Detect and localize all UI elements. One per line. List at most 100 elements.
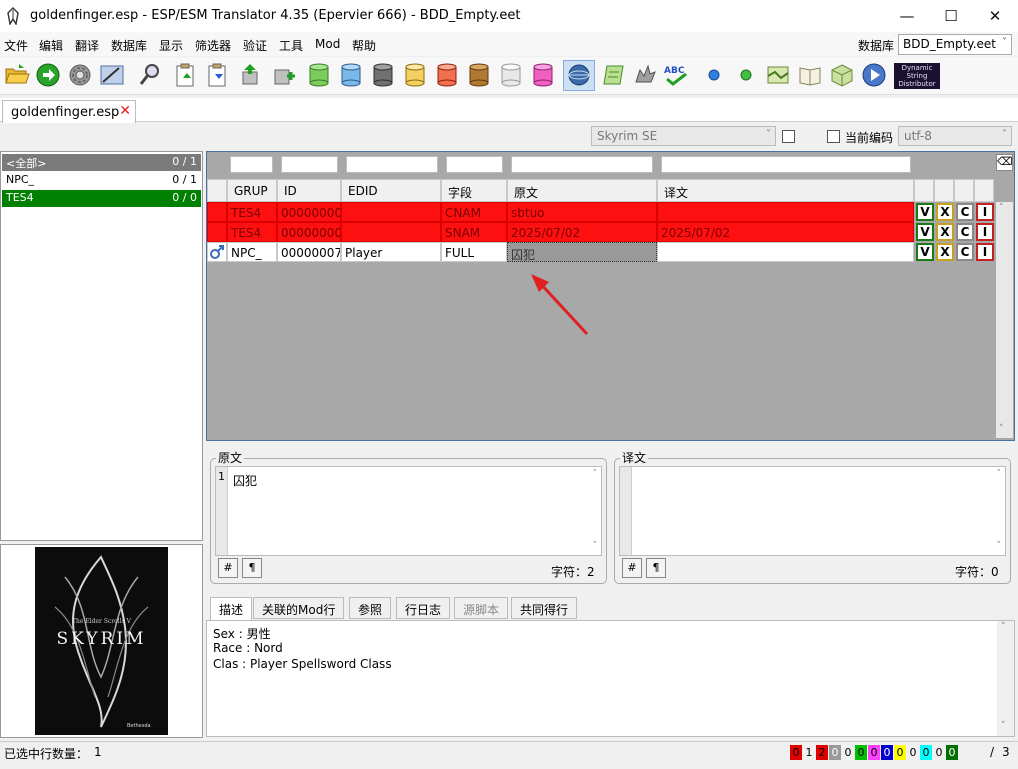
play-icon[interactable] (861, 62, 887, 88)
database-select[interactable]: BDD_Empty.eet ˅ (898, 34, 1012, 55)
scroll-up-icon[interactable]: ˄ (997, 469, 1002, 479)
cancel-button[interactable]: X (936, 223, 954, 241)
menu-help[interactable]: 帮助 (352, 37, 376, 54)
magnifier-tool-icon[interactable] (137, 62, 163, 88)
cancel-button[interactable]: X (936, 203, 954, 221)
menu-view[interactable]: 显示 (159, 37, 183, 54)
scroll-down-icon[interactable]: ˅ (997, 541, 1002, 551)
validate-button[interactable]: V (916, 223, 934, 241)
tab-related-mod-lines[interactable]: 关联的Mod行 (253, 597, 345, 619)
ignore-button[interactable]: I (976, 243, 994, 261)
cancel-button[interactable]: X (936, 243, 954, 261)
dynamic-string-distributor-logo[interactable]: Dynamic String Distributor (894, 63, 940, 89)
database-blue-icon[interactable] (338, 62, 364, 88)
table-row[interactable]: TES4 00000000 CNAM sbtuo V X C I (207, 202, 995, 222)
gear-icon[interactable] (67, 62, 93, 88)
scroll-down-icon[interactable]: ˅ (593, 541, 598, 551)
validate-button[interactable]: V (916, 203, 934, 221)
pilcrow-button[interactable]: ¶ (646, 558, 666, 578)
filter-field-input[interactable] (446, 156, 503, 173)
tab-line-log[interactable]: 行日志 (396, 597, 451, 619)
column-header-field[interactable]: 字段 (441, 179, 507, 202)
scroll-up-icon[interactable]: ˄ (999, 203, 1004, 213)
description-scrollbar[interactable]: ˄ ˅ (997, 621, 1014, 736)
source-text-area[interactable]: 1 囚犯 ˄ ˅ (215, 466, 602, 556)
close-button[interactable]: ✕ (972, 0, 1018, 32)
globe-icon[interactable] (566, 62, 592, 88)
copy-button[interactable]: C (956, 203, 974, 221)
category-item-all[interactable]: <全部> 0 / 1 (2, 154, 201, 171)
menu-database[interactable]: 数据库 (111, 37, 147, 54)
eraser-icon[interactable]: ⌫ (996, 154, 1013, 171)
scroll-up-icon[interactable]: ˄ (593, 469, 598, 479)
filter-id-input[interactable] (281, 156, 338, 173)
category-item-tes4[interactable]: TES4 0 / 0 (2, 190, 201, 207)
dragon-icon[interactable] (632, 62, 658, 88)
target-text-area[interactable]: ˄ ˅ (619, 466, 1006, 556)
cube-icon[interactable] (829, 62, 855, 88)
column-header-grup[interactable]: GRUP (227, 179, 277, 202)
table-row[interactable]: TES4 00000000 SNAM 2025/07/02 2025/07/02… (207, 222, 995, 242)
maximize-button[interactable]: ☐ (928, 0, 974, 32)
column-header-target[interactable]: 译文 (657, 179, 914, 202)
ignore-button[interactable]: I (976, 203, 994, 221)
copy-button[interactable]: C (956, 243, 974, 261)
menu-translate[interactable]: 翻译 (75, 37, 99, 54)
open-folder-icon[interactable] (4, 62, 30, 88)
menu-file[interactable]: 文件 (4, 37, 28, 54)
database-pink-icon[interactable] (530, 62, 556, 88)
map-icon[interactable] (765, 62, 791, 88)
tab-source-script[interactable]: 源脚本 (454, 597, 509, 619)
game-select[interactable]: Skyrim SE ˅ (591, 126, 776, 146)
column-header-source[interactable]: 原文 (507, 179, 657, 202)
filter-grup-input[interactable] (230, 156, 273, 173)
import-doc-icon[interactable] (173, 62, 199, 88)
encoding-select[interactable]: utf-8 ˅ (898, 126, 1012, 146)
green-dot-icon[interactable] (733, 62, 759, 88)
hash-button[interactable]: # (218, 558, 238, 578)
column-header-id[interactable]: ID (277, 179, 341, 202)
current-encoding-checkbox[interactable] (827, 130, 840, 143)
next-arrow-icon[interactable] (35, 62, 61, 88)
filter-source-input[interactable] (511, 156, 653, 173)
filter-edid-input[interactable] (346, 156, 438, 173)
menu-validate[interactable]: 验证 (243, 37, 267, 54)
menu-tools[interactable]: 工具 (279, 37, 303, 54)
database-brown-icon[interactable] (466, 62, 492, 88)
edit-ruler-icon[interactable] (99, 62, 125, 88)
close-tab-icon[interactable]: ✕ (119, 103, 131, 119)
pilcrow-button[interactable]: ¶ (242, 558, 262, 578)
menu-filter[interactable]: 筛选器 (195, 37, 231, 54)
book-icon[interactable] (797, 62, 823, 88)
blue-dot-icon[interactable] (701, 62, 727, 88)
export-doc-icon[interactable] (205, 62, 231, 88)
database-white-icon[interactable] (498, 62, 524, 88)
stack-add-icon[interactable] (270, 62, 296, 88)
column-header-edid[interactable]: EDID (341, 179, 441, 202)
scroll-icon[interactable] (601, 62, 627, 88)
table-row[interactable]: NPC_ 00000007 Player FULL 囚犯 V X C I (207, 242, 995, 262)
menu-edit[interactable]: 编辑 (39, 37, 63, 54)
database-yellow-icon[interactable] (402, 62, 428, 88)
copy-button[interactable]: C (956, 223, 974, 241)
grid-scrollbar[interactable]: ˄ ˅ (996, 202, 1013, 438)
database-green-icon[interactable] (306, 62, 332, 88)
hash-button[interactable]: # (622, 558, 642, 578)
validate-button[interactable]: V (916, 243, 934, 261)
scroll-up-icon[interactable]: ˄ (1001, 622, 1006, 632)
scroll-down-icon[interactable]: ˅ (999, 424, 1004, 434)
category-item-npc[interactable]: NPC_ 0 / 1 (2, 172, 201, 189)
cell-target[interactable] (657, 242, 914, 262)
filter-target-input[interactable] (661, 156, 911, 173)
menu-mod[interactable]: Mod (315, 37, 340, 51)
game-checkbox[interactable] (782, 130, 795, 143)
tab-references[interactable]: 参照 (349, 597, 392, 619)
tab-description[interactable]: 描述 (210, 597, 253, 621)
cell-source-selected[interactable]: 囚犯 (507, 242, 657, 262)
file-tab[interactable]: goldenfinger.esp ✕ (2, 100, 136, 123)
ignore-button[interactable]: I (976, 223, 994, 241)
spellcheck-icon[interactable]: ABC (663, 62, 689, 88)
database-red-icon[interactable] (434, 62, 460, 88)
tab-common-lines[interactable]: 共同得行 (511, 597, 578, 619)
database-dark-icon[interactable] (370, 62, 396, 88)
